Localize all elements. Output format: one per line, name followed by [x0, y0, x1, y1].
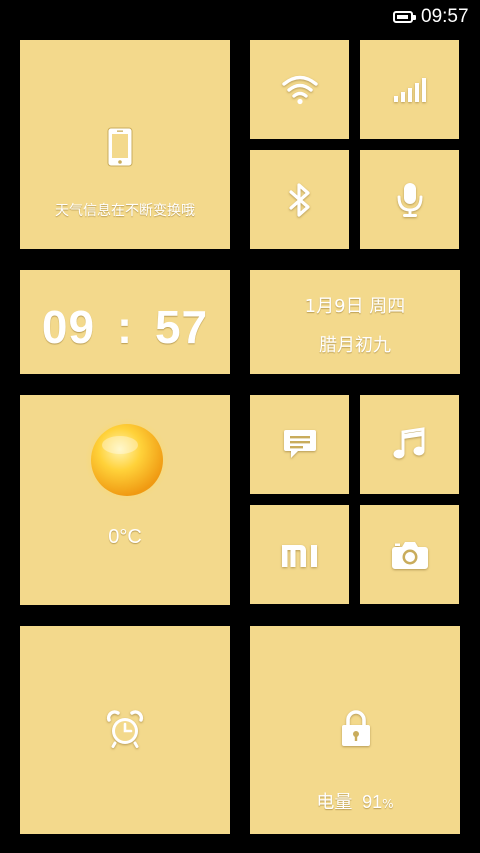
message-icon [282, 427, 318, 461]
clock-minutes: 57 [154, 301, 209, 353]
mi-tile[interactable] [250, 505, 349, 604]
battery-icon [393, 11, 413, 23]
status-time: 09:57 [421, 6, 469, 27]
battery-nub [413, 15, 416, 20]
battery-level-fill [397, 15, 408, 19]
wifi-icon [281, 73, 319, 105]
solar-date: 1月9日 周四 [304, 296, 406, 317]
bluetooth-icon [286, 182, 314, 218]
microphone-icon [395, 181, 425, 219]
phone-info-tile[interactable]: 天气信息在不断变换哦 [20, 40, 230, 249]
phone-info-label: 天气信息在不断变换哦 [55, 203, 195, 219]
camera-tile[interactable] [360, 505, 459, 604]
messages-tile[interactable] [250, 395, 349, 494]
mi-logo-icon [281, 542, 319, 568]
clock-hours: 09 [41, 301, 96, 353]
clock-tile[interactable]: 09 : 57 [20, 270, 230, 374]
signal-bars-icon [393, 77, 427, 103]
music-note-icon [391, 426, 427, 462]
lock-icon [340, 710, 372, 748]
sun-icon [84, 417, 170, 503]
clock-separator: : [116, 301, 134, 353]
camera-icon [391, 540, 429, 570]
lunar-date: 腊月初九 [319, 335, 391, 356]
weather-tile[interactable]: 0°C [20, 395, 230, 605]
phone-icon [105, 126, 135, 168]
status-bar: 09:57 [0, 0, 480, 34]
date-tile[interactable]: 1月9日 周四 腊月初九 [250, 270, 460, 374]
microphone-tile[interactable] [360, 150, 459, 249]
alarm-clock-icon [106, 710, 144, 748]
bluetooth-tile[interactable] [250, 150, 349, 249]
battery-value: 91 [362, 792, 383, 812]
battery-label: 电量 [316, 792, 353, 813]
clock-display: 09 : 57 [20, 300, 230, 354]
temperature: 0°C [108, 526, 142, 548]
music-tile[interactable] [360, 395, 459, 494]
wifi-tile[interactable] [250, 40, 349, 139]
lock-tile[interactable]: 电量 91% [250, 626, 460, 834]
battery-unit: % [382, 797, 394, 811]
alarm-tile[interactable] [20, 626, 230, 834]
battery-status: 电量 91% [250, 788, 460, 814]
signal-tile[interactable] [360, 40, 459, 139]
